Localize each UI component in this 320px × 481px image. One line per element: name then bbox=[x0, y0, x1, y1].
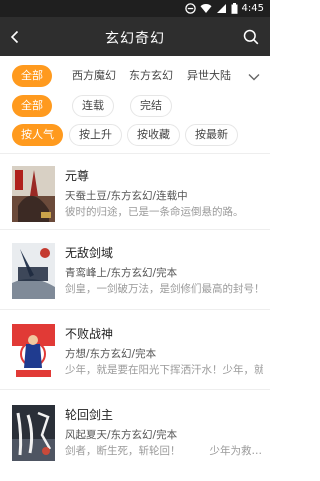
list-divider bbox=[0, 229, 270, 230]
status-completed-chip[interactable]: 完结 bbox=[130, 95, 172, 117]
book-title: 元尊 bbox=[65, 169, 90, 183]
status-all-chip[interactable]: 全部 bbox=[12, 95, 52, 117]
signal-icon bbox=[216, 4, 226, 13]
book-meta: 方想/东方玄幻/完本 bbox=[65, 348, 157, 360]
status-icons: 4:45 bbox=[184, 2, 264, 15]
category-filter: 全部 西方魔幻 东方玄幻 异世大陆 bbox=[0, 65, 270, 91]
search-icon bbox=[243, 29, 259, 45]
sort-favorites-chip[interactable]: 按收藏 bbox=[127, 124, 180, 146]
wifi-icon bbox=[200, 4, 212, 13]
category-all-chip[interactable]: 全部 bbox=[12, 65, 52, 87]
search-button[interactable] bbox=[240, 26, 262, 48]
sort-popularity-chip[interactable]: 按人气 bbox=[12, 124, 63, 146]
book-item[interactable]: 元尊 天蚕土豆/东方玄幻/连载中 彼时的归途，已是一条命运倒悬的路。 bbox=[0, 164, 270, 242]
book-description: 少年，就是要在阳光下挥洒汗水！少年，就是要 bbox=[65, 364, 263, 376]
book-description: 剑者，断生死，斩轮回！ bbox=[65, 445, 181, 457]
expand-categories-button[interactable] bbox=[246, 69, 262, 85]
book-item[interactable]: 轮回剑主 风起夏天/东方玄幻/完本 剑者，断生死，斩轮回！ 少年为救… bbox=[0, 403, 270, 481]
page-title: 玄幻奇幻 bbox=[105, 31, 165, 47]
category-eastern-fantasy-chip[interactable]: 东方玄幻 bbox=[120, 65, 182, 87]
book-item[interactable]: 无敌剑域 青鸾峰上/东方玄幻/完本 剑皇，一剑破万法，是剑修们最高的封号！ bbox=[0, 241, 270, 319]
book-title: 不败战神 bbox=[65, 327, 114, 341]
book-description: 剑皇，一剑破万法，是剑修们最高的封号！ bbox=[65, 283, 263, 295]
book-meta: 风起夏天/东方玄幻/完本 bbox=[65, 429, 178, 441]
app-bar: 玄幻奇幻 bbox=[0, 17, 270, 56]
book-description: 彼时的归途，已是一条命运倒悬的路。 bbox=[65, 206, 244, 218]
book-description-continued: 少年为救… bbox=[209, 445, 263, 457]
sort-rising-chip[interactable]: 按上升 bbox=[69, 124, 122, 146]
book-cover bbox=[12, 405, 55, 461]
sort-filter: 按人气 按上升 按收藏 按最新 bbox=[0, 124, 270, 150]
book-meta: 青鸾峰上/东方玄幻/完本 bbox=[65, 267, 178, 279]
status-filter: 全部 连载 完结 bbox=[0, 95, 270, 121]
book-cover bbox=[12, 166, 55, 222]
book-title: 轮回剑主 bbox=[65, 408, 114, 422]
book-title: 无敌剑域 bbox=[65, 246, 114, 260]
battery-icon bbox=[231, 3, 238, 14]
minus-circle-icon bbox=[184, 3, 196, 14]
chevron-down-icon bbox=[248, 74, 260, 81]
status-bar: 4:45 bbox=[0, 0, 270, 17]
category-other-world-chip[interactable]: 异世大陆 bbox=[178, 65, 240, 87]
category-western-fantasy-chip[interactable]: 西方魔幻 bbox=[63, 65, 125, 87]
book-cover bbox=[12, 243, 55, 299]
book-meta: 天蚕土豆/东方玄幻/连载中 bbox=[65, 190, 188, 202]
sort-newest-chip[interactable]: 按最新 bbox=[185, 124, 238, 146]
book-cover bbox=[12, 324, 55, 380]
list-divider bbox=[0, 389, 270, 390]
filter-divider bbox=[0, 153, 270, 154]
list-divider bbox=[0, 309, 270, 310]
status-serializing-chip[interactable]: 连载 bbox=[72, 95, 114, 117]
status-time: 4:45 bbox=[241, 3, 264, 14]
